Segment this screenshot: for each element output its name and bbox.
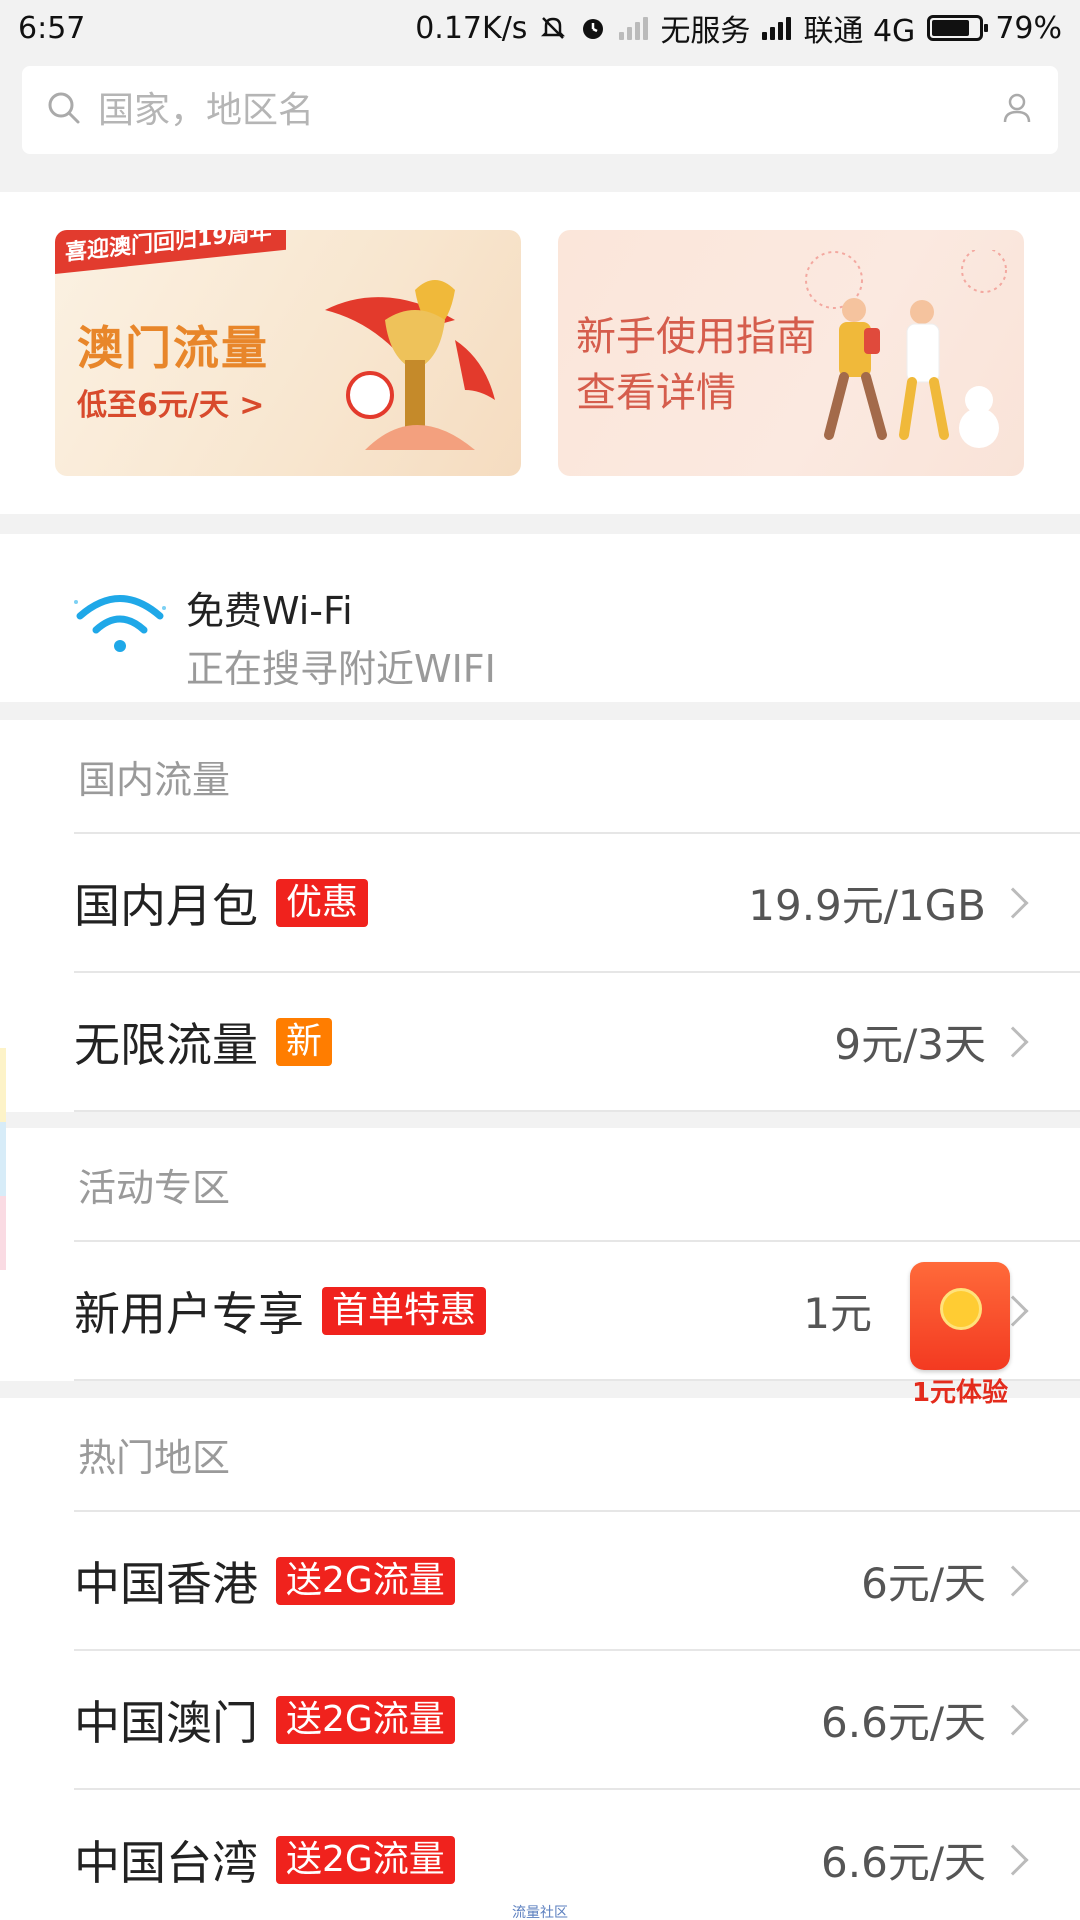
battery-percent: 79% [995, 10, 1062, 46]
first-order-badge: 首单特惠 [322, 1286, 487, 1335]
search-bar[interactable] [22, 66, 1058, 154]
list-item-hong-kong[interactable]: 中国香港 送2G流量 6元/天 [74, 1512, 1080, 1651]
status-right: 0.17K/s 无服务 联通 4G 79% [415, 6, 1062, 50]
wifi-status: 正在搜寻附近WIFI [186, 647, 496, 691]
item-name: 中国台湾 [74, 1835, 258, 1890]
red-envelope-icon [910, 1262, 1010, 1370]
item-name: 中国澳门 [74, 1695, 258, 1750]
chevron-right-icon [997, 1564, 1029, 1597]
edge-strip [0, 1196, 6, 1270]
banner-subtitle: 查看详情 [576, 370, 736, 416]
item-name: 新用户专享 [74, 1286, 304, 1341]
item-name: 中国香港 [74, 1556, 258, 1611]
discount-badge: 优惠 [276, 878, 369, 927]
edge-strip [0, 1122, 6, 1196]
banner-title: 澳门流量 [77, 321, 269, 375]
item-price: 6元/天 [861, 1559, 986, 1608]
banner-subtitle: 低至6元/天 > [77, 388, 265, 423]
promo-badge: 送2G流量 [276, 1695, 455, 1744]
wifi-icon [70, 586, 170, 666]
watermark-text: 流量社区 [512, 1905, 568, 1920]
list-item-macau[interactable]: 中国澳门 送2G流量 6.6元/天 [74, 1651, 1080, 1790]
list-item-taiwan[interactable]: 中国台湾 送2G流量 6.6元/天 [74, 1790, 1080, 1920]
banner-ribbon: 喜迎澳门回归19周年 [55, 230, 286, 274]
item-price: 6.6元/天 [821, 1838, 986, 1887]
edge-strip [0, 1048, 6, 1122]
item-price: 19.9元/1GB [748, 881, 986, 930]
item-name: 无限流量 [74, 1017, 258, 1072]
macau-banner[interactable]: 喜迎澳门回归19周年 澳门流量 低至6元/天 > [55, 230, 521, 476]
banner-area: 喜迎澳门回归19周年 澳门流量 低至6元/天 > 新手使用指南 查看详情 [0, 192, 1080, 514]
no-service-label: 无服务 [660, 14, 751, 49]
network-speed: 0.17K/s [415, 10, 528, 46]
section-header: 国内流量 [0, 720, 1080, 832]
travelers-illustration-icon [805, 250, 1007, 448]
item-name: 国内月包 [74, 878, 258, 933]
promo-badge: 送2G流量 [276, 1556, 455, 1605]
section-title: 热门地区 [78, 1435, 231, 1480]
app-screen: { "status_bar": { "time": "6:57", "speed… [0, 0, 1080, 1920]
status-bar: 6:57 0.17K/s 无服务 联通 4G 79% [0, 0, 1080, 56]
chevron-right-icon [997, 1843, 1029, 1876]
lotus-illustration-icon [325, 280, 495, 450]
signal-icon [762, 16, 792, 40]
carrier-label: 联通 4G [803, 14, 916, 49]
chevron-right-icon [997, 1703, 1029, 1736]
section-title: 活动专区 [78, 1165, 231, 1210]
status-time: 6:57 [18, 10, 86, 46]
mute-bell-icon [539, 14, 567, 42]
guide-banner[interactable]: 新手使用指南 查看详情 [558, 230, 1024, 476]
list-item-domestic-monthly[interactable]: 国内月包 优惠 19.9元/1GB [74, 834, 1080, 973]
free-wifi-card[interactable]: 免费Wi-Fi 正在搜寻附近WIFI [0, 534, 1080, 702]
banner-title: 新手使用指南 [576, 314, 816, 360]
section-header: 活动专区 [0, 1128, 1080, 1240]
list-item-unlimited[interactable]: 无限流量 新 9元/3天 [74, 973, 1080, 1112]
search-input[interactable] [98, 89, 1000, 131]
user-icon[interactable] [1000, 91, 1034, 129]
new-badge: 新 [276, 1017, 333, 1066]
alarm-icon [579, 14, 607, 42]
item-price: 1元 [803, 1289, 872, 1338]
section-header: 热门地区 [0, 1398, 1080, 1510]
battery-icon [927, 15, 989, 41]
item-price: 6.6元/天 [821, 1698, 986, 1747]
search-area [0, 56, 1080, 176]
float-label: 1元体验 [911, 1378, 1009, 1408]
section-title: 国内流量 [78, 757, 231, 802]
chevron-right-icon [997, 1025, 1029, 1058]
chevron-right-icon [997, 886, 1029, 919]
item-price: 9元/3天 [834, 1020, 986, 1069]
coin-icon [940, 1288, 982, 1330]
domestic-section: 国内流量 国内月包 优惠 19.9元/1GB 无限流量 新 9元/3天 [0, 720, 1080, 1112]
popular-section: 热门地区 中国香港 送2G流量 6元/天 中国澳门 送2G流量 6.6元/天 中… [0, 1398, 1080, 1920]
promo-badge: 送2G流量 [276, 1835, 455, 1884]
search-icon [46, 90, 82, 130]
signal-no-service-icon [619, 16, 649, 40]
wifi-title: 免费Wi-Fi [186, 589, 353, 633]
red-envelope-float-button[interactable]: 1元体验 [910, 1262, 1010, 1408]
